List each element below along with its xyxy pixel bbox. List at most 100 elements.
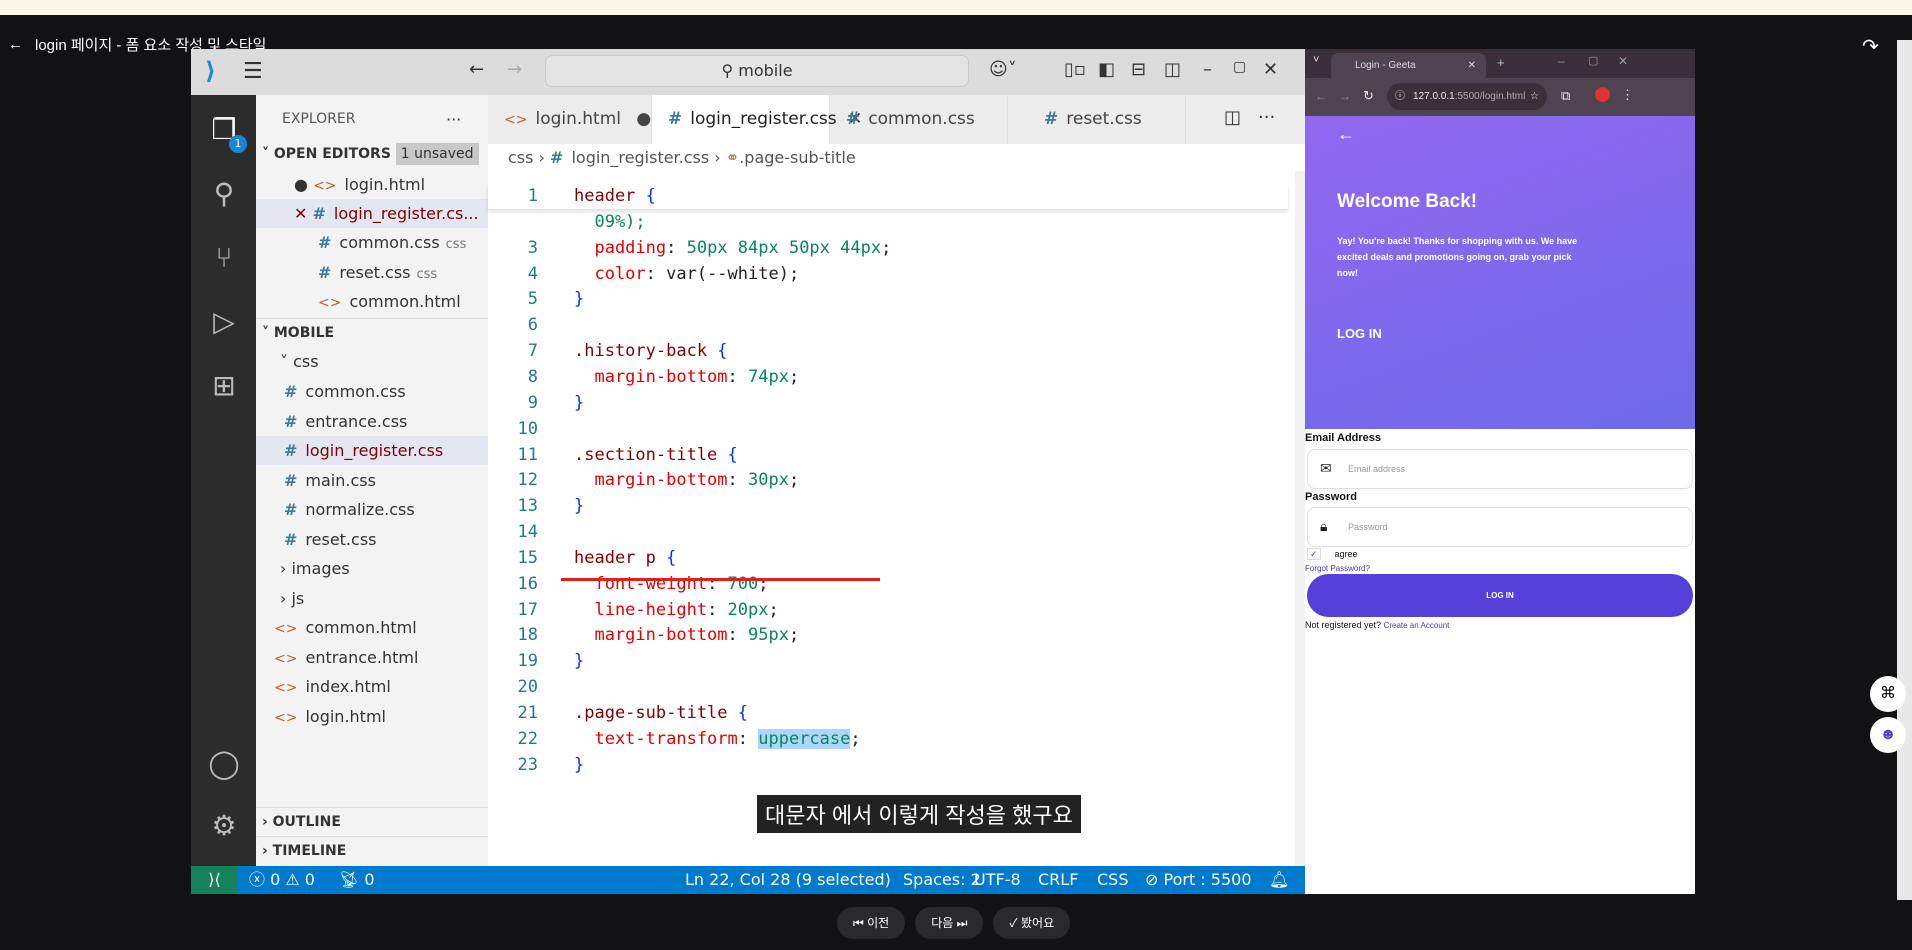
code-line[interactable]: 3 padding: 50px 84px 50px 44px; <box>488 235 1288 261</box>
back-arrow-icon[interactable]: ← <box>8 36 23 53</box>
code-line[interactable]: 11 .section-title { <box>488 442 1288 468</box>
folder-images[interactable]: › images <box>256 554 488 583</box>
tab-common-css[interactable]: # common.css <box>830 95 1008 144</box>
code-line[interactable]: 20 <box>488 674 1288 700</box>
tab-login-html[interactable]: <> login.html ● <box>488 95 652 144</box>
open-editor-common-css[interactable]: # common.css css <box>256 228 488 257</box>
toggle-secondary-sidebar-icon[interactable]: ◫ <box>1164 59 1181 80</box>
problems-status[interactable]: ⓧ 0 ⚠ 0 <box>249 866 315 894</box>
code-line[interactable]: 17 line-height: 20px; <box>488 597 1288 623</box>
file-item[interactable]: <> entrance.html <box>256 643 488 672</box>
open-editors-header[interactable]: ˅ OPEN EDITORS 1 unsaved <box>256 140 488 169</box>
command-center-search[interactable]: ⚲ mobile <box>545 55 969 87</box>
browser-tab[interactable]: Login - Geeta ✕ <box>1331 53 1486 78</box>
bookmark-star-icon[interactable]: ☆ <box>1530 83 1539 110</box>
file-item[interactable]: # main.css <box>256 466 488 495</box>
file-item[interactable]: # entrance.css <box>256 407 488 436</box>
minimize-icon[interactable]: – <box>1203 59 1212 80</box>
tab-list-icon[interactable]: ˅ <box>1313 54 1319 66</box>
code-line[interactable]: 16 font-weight: 700; <box>488 571 1288 597</box>
create-account-link[interactable]: Create an Account <box>1384 621 1450 630</box>
assistant-bot-icon[interactable]: ☻ <box>1870 717 1906 753</box>
code-line[interactable]: 14 <box>488 519 1288 545</box>
file-item[interactable]: # normalize.css <box>256 495 488 524</box>
toggle-panel-icon[interactable]: ⊟ <box>1131 59 1146 80</box>
code-line[interactable]: 1 header { <box>488 183 1288 209</box>
open-editor-common-html[interactable]: <> common.html <box>256 287 488 316</box>
apps-grid-icon[interactable]: ⌘ <box>1870 676 1906 712</box>
code-line[interactable]: 13} <box>488 493 1288 519</box>
code-line[interactable]: 18 margin-bottom: 95px; <box>488 622 1288 648</box>
new-tab-icon[interactable]: + <box>1497 55 1505 70</box>
ports-status[interactable]: 📡︎ 0 <box>339 866 375 894</box>
browser-menu-icon[interactable]: ⋮ <box>1621 87 1634 103</box>
code-line[interactable]: 8 margin-bottom: 74px; <box>488 364 1288 390</box>
code-line[interactable]: 21 .page-sub-title { <box>488 700 1288 726</box>
maximize-icon[interactable]: ▢ <box>1233 59 1246 75</box>
customize-layout-icon[interactable]: ▯▫ <box>1064 59 1086 80</box>
outline-header[interactable]: › OUTLINE <box>256 807 488 836</box>
language-mode[interactable]: CSS <box>1097 866 1128 894</box>
open-editor-login-html[interactable]: ● <> login.html <box>256 170 488 199</box>
close-tab-icon[interactable]: ✕ <box>1468 53 1476 78</box>
code-line[interactable]: 23} <box>488 752 1288 778</box>
tab-reset-css[interactable]: # reset.css <box>1008 95 1186 144</box>
folder-js[interactable]: › js <box>256 584 488 613</box>
code-line[interactable]: 5} <box>488 286 1288 312</box>
indentation[interactable]: Spaces: 2 <box>903 866 981 894</box>
open-editor-reset-css[interactable]: # reset.css css <box>256 258 488 287</box>
forgot-password-link[interactable]: Forgot Password? <box>1305 564 1370 573</box>
login-button[interactable]: LOG IN <box>1307 574 1693 617</box>
forward-icon[interactable]: → <box>1339 89 1351 103</box>
timeline-header[interactable]: › TIMELINE <box>256 836 488 865</box>
close-editor-icon[interactable]: ✕ <box>294 204 307 223</box>
extensions-icon[interactable]: ⊞ <box>207 369 241 402</box>
code-line[interactable]: 4 color: var(--white); <box>488 261 1288 287</box>
modified-dot-icon[interactable]: ● <box>294 175 308 194</box>
search-view-icon[interactable]: ⚲ <box>207 177 241 210</box>
workspace-header[interactable]: ˅ MOBILE <box>256 318 488 347</box>
code-line[interactable]: 6 <box>488 312 1288 338</box>
password-field[interactable]: 🔒︎ Password <box>1307 507 1693 547</box>
code-line[interactable]: 15 header p { <box>488 545 1288 571</box>
open-editor-login-register-css[interactable]: ✕ # login_register.cs... <box>256 199 488 228</box>
code-line[interactable]: 9} <box>488 390 1288 416</box>
breadcrumb-folder[interactable]: css <box>508 148 533 167</box>
history-back-icon[interactable]: ← <box>1337 124 1355 145</box>
folder-css[interactable]: ˅ css <box>256 347 488 376</box>
file-item[interactable]: # common.css <box>256 377 488 406</box>
code-line[interactable]: 09%); <box>488 209 1288 235</box>
extensions-icon[interactable]: ⧉ <box>1561 88 1570 104</box>
file-item[interactable]: # login_register.css <box>256 436 488 465</box>
close-window-icon[interactable]: ✕ <box>1263 59 1278 80</box>
code-line[interactable]: 12 margin-bottom: 30px; <box>488 467 1288 493</box>
remote-icon[interactable]: ⟩⟨ <box>191 866 238 894</box>
account-icon[interactable]: ◯ <box>207 747 241 780</box>
live-server-port[interactable]: ⊘ Port : 5500 <box>1145 866 1252 894</box>
code-line[interactable]: 19} <box>488 648 1288 674</box>
cursor-position[interactable]: Ln 22, Col 28 (9 selected) <box>685 866 891 894</box>
more-actions-icon[interactable]: ··· <box>1258 107 1275 128</box>
back-icon[interactable]: ← <box>1315 89 1327 103</box>
split-editor-icon[interactable]: ◫ <box>1224 107 1241 128</box>
page-scrollbar[interactable] <box>1897 40 1912 900</box>
breadcrumb-file[interactable]: login_register.css <box>571 148 709 167</box>
breadcrumb-symbol[interactable]: .page-sub-title <box>739 148 856 167</box>
watched-button[interactable]: ✓ 봤어요 <box>993 907 1071 939</box>
source-control-icon[interactable]: ⑂ <box>207 241 241 274</box>
settings-gear-icon[interactable]: ⚙ <box>207 809 241 842</box>
reload-icon[interactable]: ↻ <box>1363 88 1374 104</box>
run-debug-icon[interactable]: ▷ <box>207 305 241 338</box>
file-item[interactable]: <> index.html <box>256 672 488 701</box>
minimize-icon[interactable]: – <box>1558 54 1565 68</box>
more-actions-icon[interactable]: ··· <box>446 105 476 134</box>
code-editor[interactable]: 1 header { 09%); 3 padding: 50px 84px 50px… <box>488 171 1305 866</box>
explorer-icon[interactable]: ❐ 1 <box>207 113 247 153</box>
nav-back-icon[interactable]: ← <box>469 59 484 80</box>
prev-lecture-button[interactable]: ⏮ 이전 <box>837 907 906 939</box>
address-bar[interactable]: ⓘ 127.0.0.1:5500/login.html ☆ <box>1387 83 1547 110</box>
share-icon[interactable]: ↷ <box>1862 34 1879 59</box>
tab-login-register-css[interactable]: # login_register.css ✕ <box>652 95 862 144</box>
toggle-sidebar-icon[interactable]: ◧ <box>1098 59 1115 80</box>
site-info-icon[interactable]: ⓘ <box>1395 83 1405 110</box>
